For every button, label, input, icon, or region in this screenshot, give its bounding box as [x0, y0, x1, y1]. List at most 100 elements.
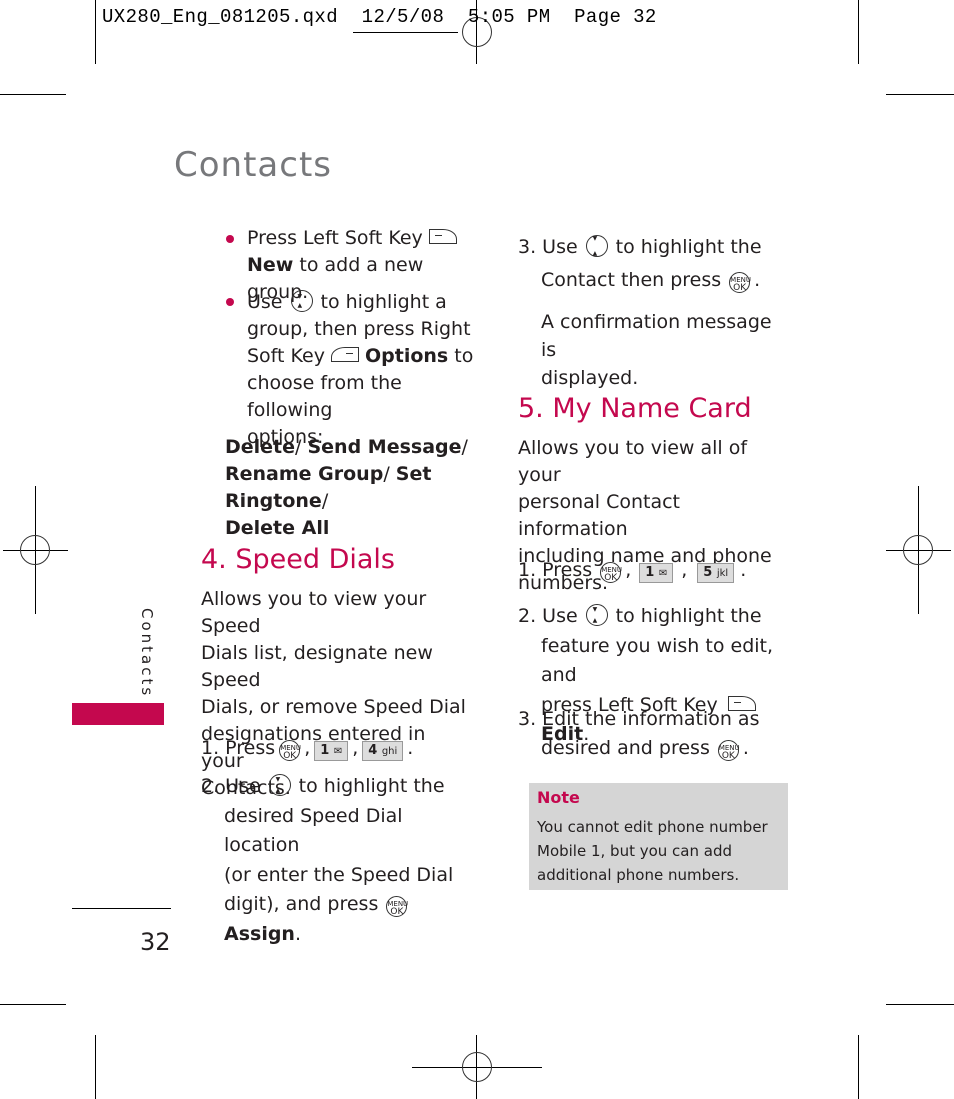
step-text: desired and press — [541, 736, 710, 759]
separator: / — [321, 490, 329, 512]
option-delete: Delete — [225, 436, 296, 458]
speed-dials-intro: Allows you to view your Speed Dials list… — [201, 586, 471, 802]
slug-filename: UX280_Eng_081205.qxd — [102, 6, 339, 28]
crop-mark — [0, 1004, 66, 1005]
icon-label: OK — [721, 750, 735, 761]
separator: / — [461, 436, 468, 458]
key-1-icon: 1 ✉ — [639, 563, 674, 583]
navigation-key-icon — [585, 595, 608, 636]
print-slug: UX280_Eng_081205.qxd 12/5/08 5:05 PM Pag… — [102, 6, 657, 28]
key-digit: 1 — [645, 565, 655, 580]
side-tab-label: Contacts — [138, 608, 156, 699]
section-heading-speed-dials: 4. Speed Dials — [201, 544, 395, 575]
side-tab-bar — [72, 703, 164, 725]
step-text: to highlight the — [298, 775, 445, 797]
bullet-text: to highlight a — [320, 291, 447, 313]
icon-label: OK — [390, 907, 404, 917]
intro-line: Dials list, designate new Speed — [201, 642, 433, 691]
step-text: to highlight the — [615, 605, 762, 627]
note-line: additional phone numbers. — [537, 866, 740, 884]
options-list: Delete/ Send Message/ Rename Group/ Set … — [225, 434, 485, 542]
crop-mark — [858, 0, 859, 64]
crop-mark — [886, 1004, 954, 1005]
note-line: You cannot edit phone number — [537, 818, 768, 836]
confirmation-message: A confirmation message is displayed. — [541, 308, 791, 392]
slug-time: 5:05 PM — [467, 6, 551, 28]
step-text: desired Speed Dial location — [224, 804, 403, 857]
left-soft-key-icon — [428, 229, 457, 244]
registration-mark — [20, 535, 50, 565]
option-send-message: Send Message — [307, 436, 462, 458]
step-text: (or enter the Speed Dial — [224, 863, 454, 886]
my-name-card-step-1: 1. Press MENU OK, 1 ✉, 5 jkl. — [518, 559, 747, 583]
menu-ok-key-icon: MENU OK — [279, 740, 301, 761]
note-box: Note You cannot edit phone number Mobile… — [529, 783, 788, 890]
step-text: digit), and press — [224, 893, 379, 915]
page-title: Contacts — [174, 145, 332, 185]
icon-label: OK — [733, 283, 747, 293]
step-text: 1. Press — [518, 559, 593, 581]
intro-line: Dials, or remove Speed Dial — [201, 696, 466, 718]
section-heading-my-name-card: 5. My Name Card — [518, 393, 752, 424]
step-text: 2. Use — [518, 605, 578, 627]
slug-date: 12/5/08 — [361, 6, 445, 28]
bullet-text: Soft Key — [247, 345, 325, 367]
registration-mark — [903, 535, 933, 565]
menu-ok-key-icon: MENU OK — [717, 739, 740, 761]
separator: / — [383, 463, 396, 485]
step-text: 2. Use — [201, 775, 261, 797]
crop-mark — [886, 94, 954, 95]
key-letters: ghi — [381, 746, 398, 757]
step-text: 3. Use — [518, 236, 578, 258]
bullet-text: group, then press Right — [247, 318, 471, 340]
bullet-marker — [226, 298, 234, 306]
intro-line: Allows you to view your Speed — [201, 588, 427, 637]
step-text: 1. Press — [201, 737, 276, 759]
note-title: Note — [537, 788, 580, 807]
bullet-highlight-group: Use to highlight a group, then press Righ… — [247, 283, 487, 451]
bullet-text: Use — [247, 291, 283, 313]
icon-label: OK — [283, 751, 297, 761]
confirmation-line: A confirmation message is — [541, 311, 772, 361]
bullet-text: choose from the following — [247, 372, 402, 421]
note-line: Mobile 1, but you can add — [537, 842, 733, 860]
key-digit: 1 — [320, 743, 330, 758]
bullet-bold: New — [247, 254, 294, 276]
bullet-text: to — [448, 345, 474, 367]
step-3-highlight-contact: 3. Use to highlight the Contact then pres… — [518, 222, 788, 297]
bullet-marker — [226, 235, 234, 243]
key-digit: 4 — [368, 743, 378, 758]
menu-ok-key-icon: MENU OK — [729, 272, 751, 293]
icon-label: OK — [604, 573, 618, 583]
bullet-bold: Options — [364, 345, 449, 367]
step-text: feature you wish to edit, and — [541, 634, 774, 687]
speed-dials-step-2: 2. Use to highlight the desired Speed Dia… — [201, 765, 481, 949]
crop-mark — [95, 1035, 96, 1099]
intro-line: Allows you to view all of your — [518, 437, 748, 486]
step-text: 3. Edit the information as — [518, 708, 760, 730]
option-delete-all: Delete All — [225, 517, 330, 539]
step-bold: Assign — [224, 922, 295, 945]
slug-page: Page 32 — [574, 6, 657, 28]
step-text: Contact then press — [541, 269, 722, 291]
navigation-key-icon — [585, 222, 608, 270]
option-rename-group: Rename Group — [225, 463, 384, 485]
registration-mark — [353, 32, 458, 33]
menu-ok-key-icon: MENU OK — [386, 896, 408, 917]
page-number: 32 — [140, 928, 171, 956]
menu-ok-key-icon: MENU OK — [600, 562, 622, 583]
bullet-text: Press Left Soft Key — [247, 227, 423, 249]
crop-mark — [0, 94, 66, 95]
key-4-icon: 4 ghi — [362, 741, 404, 761]
separator: / — [295, 436, 308, 458]
crop-mark — [858, 1035, 859, 1099]
crop-mark — [95, 0, 96, 64]
navigation-key-icon — [290, 283, 313, 319]
key-5-icon: 5 jkl — [697, 563, 735, 583]
my-name-card-step-3: 3. Edit the information as desired and p… — [518, 705, 798, 762]
page-number-rule — [72, 908, 171, 909]
registration-mark — [462, 1052, 492, 1082]
key-letters: jkl — [716, 568, 729, 579]
navigation-key-icon — [268, 765, 291, 806]
intro-line: personal Contact information — [518, 491, 681, 540]
